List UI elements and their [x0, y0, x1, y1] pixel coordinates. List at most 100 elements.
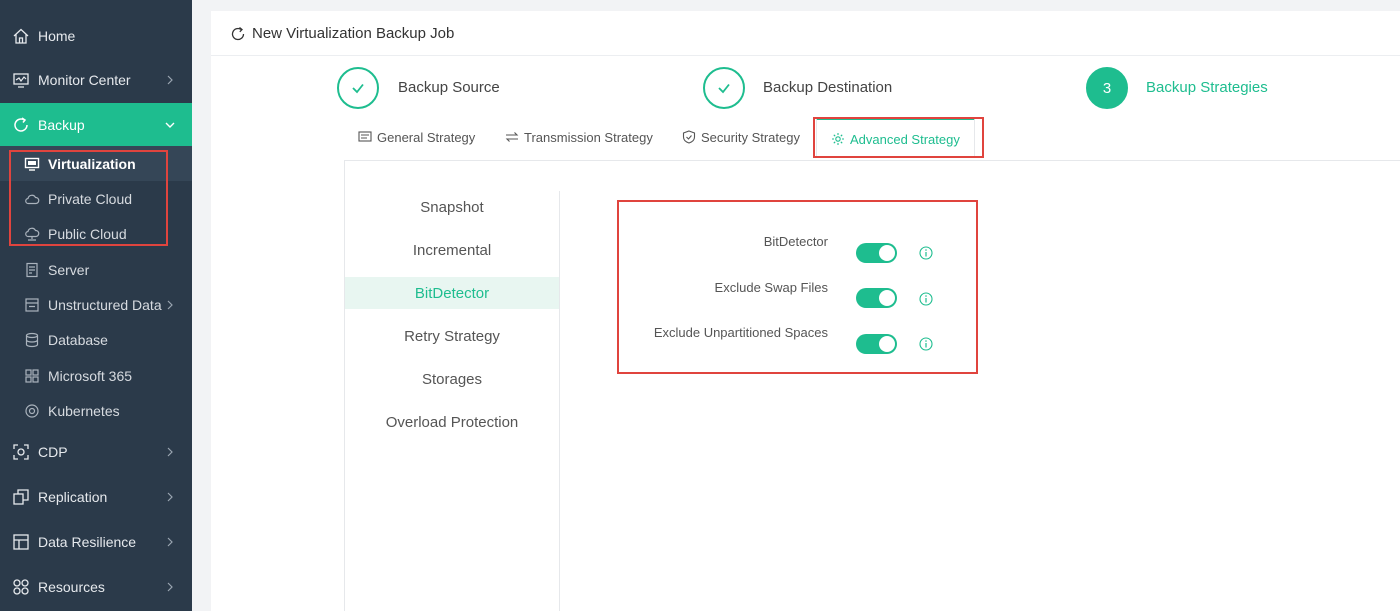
sidebar-item-label: Private Cloud	[48, 190, 133, 207]
strategy-content: Snapshot Incremental BitDetector Retry S…	[344, 161, 1400, 611]
list-icon	[358, 131, 372, 142]
sidebar-item-virtualization[interactable]: Virtualization	[0, 146, 192, 181]
kubernetes-icon	[25, 403, 39, 418]
refresh-icon[interactable]	[230, 26, 246, 42]
sidebar: Home Monitor Center Backup Virtualizatio…	[0, 0, 192, 611]
submenu-label: Storages	[421, 370, 483, 388]
submenu-label: BitDetector	[414, 284, 490, 302]
virtualization-icon	[24, 157, 40, 171]
toggle-knob	[879, 245, 895, 261]
sidebar-item-microsoft-365[interactable]: Microsoft 365	[0, 358, 192, 393]
sidebar-item-label: Public Cloud	[48, 225, 127, 242]
tab-transmission-strategy[interactable]: Transmission Strategy	[505, 117, 653, 157]
step-2-circle	[703, 67, 745, 109]
exclude-swap-files-toggle[interactable]	[856, 288, 897, 308]
sidebar-item-label: Server	[48, 261, 90, 278]
advanced-submenu: Snapshot Incremental BitDetector Retry S…	[345, 191, 560, 611]
tab-security-strategy[interactable]: Security Strategy	[682, 117, 800, 157]
submenu-snapshot[interactable]: Snapshot	[345, 191, 559, 223]
tab-label: Advanced Strategy	[850, 131, 960, 147]
chevron-right-icon	[167, 300, 173, 309]
nav-backup[interactable]: Backup	[0, 103, 192, 147]
nav-home[interactable]: Home	[0, 14, 192, 58]
info-icon[interactable]	[919, 337, 933, 351]
submenu-label: Retry Strategy	[404, 327, 500, 345]
server-icon	[26, 262, 38, 277]
sidebar-item-unstructured-data[interactable]: Unstructured Data	[0, 287, 192, 322]
backup-icon	[14, 117, 28, 132]
resources-icon	[13, 579, 29, 595]
nav-label: Resources	[38, 579, 105, 595]
chevron-right-icon	[167, 492, 173, 502]
sidebar-item-database[interactable]: Database	[0, 322, 192, 357]
step-1-circle	[337, 67, 379, 109]
submenu-storages[interactable]: Storages	[345, 363, 559, 395]
submenu-retry-strategy[interactable]: Retry Strategy	[345, 320, 559, 352]
submenu-label: Snapshot	[420, 198, 484, 216]
sidebar-item-label: Microsoft 365	[48, 367, 133, 384]
data-resilience-icon	[13, 534, 29, 550]
submenu-overload-protection[interactable]: Overload Protection	[345, 406, 559, 438]
bitdetector-toggle[interactable]	[856, 243, 897, 263]
sidebar-item-label: Unstructured Data	[48, 296, 162, 313]
chevron-right-icon	[167, 447, 173, 457]
nav-label: Monitor Center	[38, 72, 131, 88]
toggle-knob	[879, 290, 895, 306]
replication-icon	[13, 489, 29, 505]
main-panel: New Virtualization Backup Job Backup Sou…	[211, 11, 1400, 611]
tab-label: Transmission Strategy	[524, 129, 653, 145]
step-2-label: Backup Destination	[763, 79, 893, 96]
info-icon[interactable]	[919, 292, 933, 306]
home-icon	[13, 28, 29, 44]
sidebar-item-label: Kubernetes	[48, 402, 120, 419]
tab-advanced-strategy[interactable]: Advanced Strategy	[816, 117, 975, 158]
info-icon[interactable]	[919, 246, 933, 260]
submenu-label: Incremental	[412, 241, 492, 259]
nav-label: Backup	[38, 117, 85, 133]
check-icon	[352, 83, 364, 94]
chevron-right-icon	[167, 537, 173, 547]
option-label: BitDetector	[763, 234, 828, 249]
nav-label: Replication	[38, 489, 108, 505]
private-cloud-icon	[25, 194, 40, 204]
chevron-right-icon	[167, 582, 173, 592]
sidebar-item-public-cloud[interactable]: Public Cloud	[0, 216, 192, 251]
sidebar-item-private-cloud[interactable]: Private Cloud	[0, 181, 192, 216]
option-row-bitdetector: BitDetector	[625, 228, 828, 258]
page-header: New Virtualization Backup Job	[211, 11, 1400, 56]
nav-replication[interactable]: Replication	[0, 475, 192, 519]
nav-label: CDP	[38, 444, 68, 460]
gear-icon	[832, 133, 844, 145]
nav-label: Home	[38, 28, 76, 44]
check-icon	[718, 83, 730, 94]
monitor-icon	[13, 73, 29, 88]
tab-general-strategy[interactable]: General Strategy	[358, 117, 475, 157]
nav-cdp[interactable]: CDP	[0, 430, 192, 474]
step-3-circle: 3	[1086, 67, 1128, 109]
option-label: Exclude Swap Files	[714, 280, 828, 295]
unstructured-data-icon	[25, 297, 39, 312]
chevron-down-icon	[165, 122, 175, 128]
option-row-exclude-swap-files: Exclude Swap Files	[625, 274, 828, 304]
toggle-knob	[879, 336, 895, 352]
submenu-bitdetector[interactable]: BitDetector	[345, 277, 559, 309]
option-row-exclude-unpartitioned-spaces: Exclude Unpartitioned Spaces	[625, 319, 828, 349]
database-icon	[25, 332, 39, 347]
tab-label: Security Strategy	[701, 129, 800, 145]
exclude-unpartitioned-spaces-toggle[interactable]	[856, 334, 897, 354]
chevron-right-icon	[167, 75, 173, 85]
sidebar-item-kubernetes[interactable]: Kubernetes	[0, 393, 192, 428]
cdp-icon	[13, 444, 29, 460]
microsoft-365-icon	[25, 368, 39, 383]
sidebar-item-server[interactable]: Server	[0, 252, 192, 287]
nav-monitor-center[interactable]: Monitor Center	[0, 58, 192, 102]
step-3-label: Backup Strategies	[1146, 79, 1268, 96]
transfer-icon	[505, 132, 519, 142]
shield-icon	[682, 130, 696, 144]
step-1-label: Backup Source	[398, 79, 500, 96]
submenu-incremental[interactable]: Incremental	[345, 234, 559, 266]
option-label: Exclude Unpartitioned Spaces	[653, 325, 828, 340]
nav-data-resilience[interactable]: Data Resilience	[0, 520, 192, 564]
nav-resources[interactable]: Resources	[0, 565, 192, 609]
public-cloud-icon	[25, 227, 40, 241]
